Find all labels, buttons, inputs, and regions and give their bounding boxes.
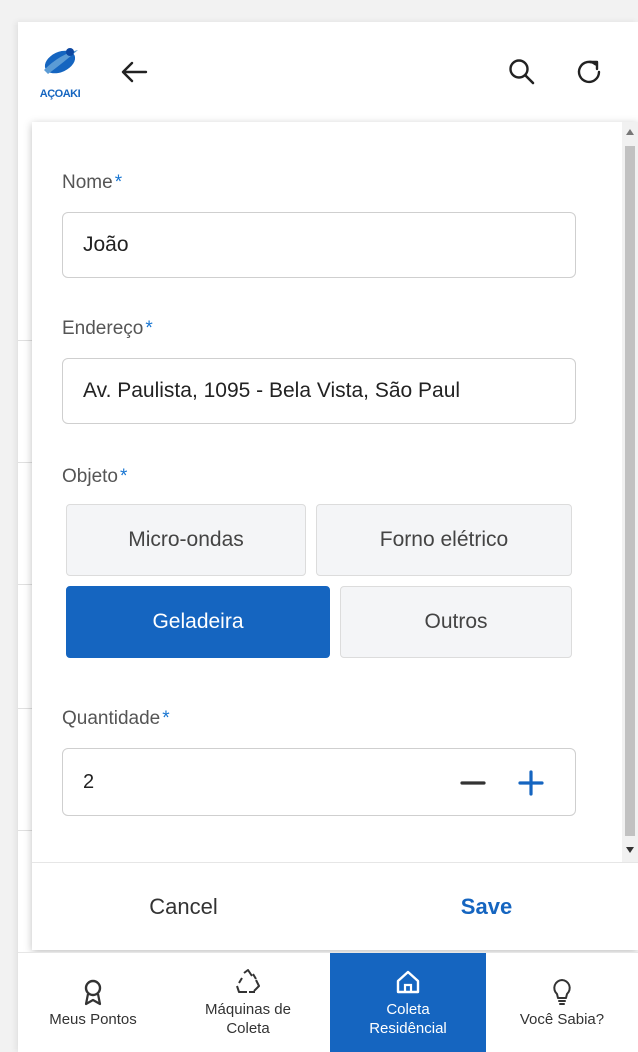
recycle-icon (234, 968, 262, 996)
nome-label-text: Nome (62, 172, 113, 193)
option-label: Forno elétrico (379, 528, 509, 551)
option-label: Outros (424, 610, 488, 633)
quantity-stepper: 2 (62, 748, 576, 816)
quantidade-label-text: Quantidade (62, 708, 161, 729)
dialog-footer: Cancel Save (32, 862, 638, 950)
required-mark: * (114, 172, 123, 193)
logo-text: AÇOAKI (39, 88, 81, 100)
refresh-button[interactable] (570, 52, 610, 92)
scroll-thumb[interactable] (625, 146, 635, 836)
form-body: Nome * João Endereço * Av. Paulista, 1095 … (32, 122, 622, 862)
option-outros[interactable]: Outros (340, 586, 572, 658)
option-label: Micro-ondas (128, 528, 244, 551)
option-geladeira[interactable]: Geladeira (66, 586, 330, 658)
quantity-value[interactable]: 2 (83, 771, 94, 794)
minus-icon (460, 781, 486, 785)
scroll-up-arrow[interactable] (622, 124, 638, 140)
nome-label: Nome * (62, 172, 122, 194)
scrollbar[interactable] (622, 122, 638, 862)
form-dialog: Nome * João Endereço * Av. Paulista, 1095 … (32, 122, 638, 950)
decrement-button[interactable] (455, 765, 491, 801)
endereco-label: Endereço * (62, 318, 153, 340)
nav-item-voce-sabia[interactable]: Você Sabia? (486, 953, 638, 1052)
required-mark: * (162, 708, 170, 729)
save-button[interactable]: Save (335, 863, 638, 951)
endereco-value: Av. Paulista, 1095 - Bela Vista, São Pau… (83, 379, 461, 402)
required-mark: * (145, 318, 153, 339)
option-forno-eletrico[interactable]: Forno elétrico (316, 504, 572, 576)
option-label: Geladeira (152, 610, 244, 633)
search-button[interactable] (502, 52, 542, 92)
acoaki-logo: AÇOAKI (34, 40, 86, 106)
nav-item-coleta-residencial[interactable]: Coleta Residêncial (330, 953, 486, 1052)
option-micro-ondas[interactable]: Micro-ondas (66, 504, 306, 576)
triangle-up-icon (626, 129, 634, 135)
home-icon (394, 968, 422, 996)
app-window: AÇOAKI Nome * João Endereço * Av. Paulis… (18, 22, 638, 1052)
required-mark: * (119, 466, 128, 487)
nav-item-maquinas-de-coleta[interactable]: Máquinas de Coleta (168, 953, 328, 1052)
objeto-label-text: Objeto (62, 466, 118, 487)
endereco-input[interactable]: Av. Paulista, 1095 - Bela Vista, São Pau… (62, 358, 576, 424)
nav-label: Máquinas de Coleta (205, 1001, 291, 1037)
lightbulb-icon (548, 978, 576, 1006)
award-icon (79, 978, 107, 1006)
nav-item-meus-pontos[interactable]: Meus Pontos (18, 953, 168, 1052)
nome-input[interactable]: João (62, 212, 576, 278)
back-button[interactable] (114, 52, 154, 92)
objeto-label: Objeto * (62, 466, 127, 488)
plus-icon (518, 770, 544, 796)
nav-label: Você Sabia? (519, 1010, 605, 1028)
increment-button[interactable] (513, 765, 549, 801)
cancel-button[interactable]: Cancel (32, 863, 335, 951)
triangle-down-icon (626, 847, 634, 853)
nav-label: Meus Pontos (49, 1010, 137, 1028)
scroll-down-arrow[interactable] (622, 842, 638, 858)
nav-label: Coleta Residêncial (369, 1001, 447, 1037)
nome-value: João (83, 233, 129, 256)
search-icon (509, 59, 535, 85)
bottom-navigation: Meus Pontos Máquinas de Coleta Coleta Re… (18, 952, 638, 1052)
refresh-icon (577, 60, 601, 84)
quantidade-label: Quantidade * (62, 708, 170, 730)
endereco-label-text: Endereço (62, 318, 144, 339)
arrow-left-icon (121, 61, 148, 83)
app-header: AÇOAKI (18, 22, 638, 122)
